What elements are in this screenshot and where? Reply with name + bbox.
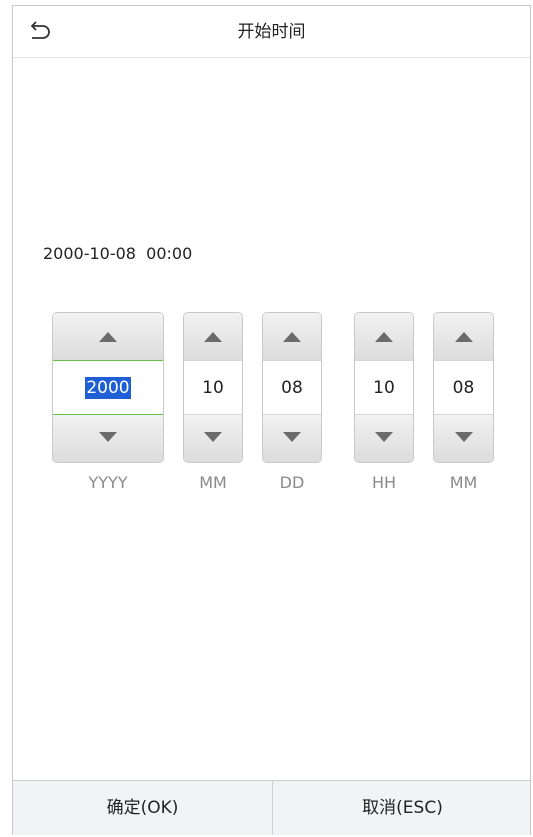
month-spinner: 10 [183, 312, 243, 463]
minute-spinner: 08 [433, 312, 494, 463]
footer-bar: 确定(OK) 取消(ESC) [13, 780, 530, 835]
month-unit-label: MM [199, 473, 227, 492]
cancel-button[interactable]: 取消(ESC) [273, 781, 532, 835]
year-down-button[interactable] [53, 415, 163, 462]
datetime-summary: 2000-10-08 00:00 [43, 244, 193, 263]
arrow-up-icon [99, 332, 117, 342]
header-bar: 开始时间 [13, 6, 530, 58]
dialog-frame: 开始时间 2000-10-08 00:00 2000 YYYY 10 MM 08… [12, 5, 531, 835]
month-value-field[interactable]: 10 [184, 360, 242, 415]
arrow-down-icon [283, 432, 301, 442]
day-down-button[interactable] [263, 415, 321, 462]
arrow-down-icon [204, 432, 222, 442]
year-value-field[interactable]: 2000 [53, 360, 163, 415]
page-title: 开始时间 [237, 22, 306, 42]
month-down-button[interactable] [184, 415, 242, 462]
day-spinner: 08 [262, 312, 322, 463]
hour-unit-label: HH [371, 473, 397, 492]
month-up-button[interactable] [184, 313, 242, 360]
arrow-down-icon [375, 432, 393, 442]
hour-down-button[interactable] [355, 415, 413, 462]
day-value-field[interactable]: 08 [263, 360, 321, 415]
day-unit-label: DD [279, 473, 305, 492]
minute-down-button[interactable] [434, 415, 493, 462]
arrow-down-icon [99, 432, 117, 442]
year-value: 2000 [85, 377, 131, 399]
year-up-button[interactable] [53, 313, 163, 360]
minute-unit-label: MM [449, 473, 478, 492]
arrow-down-icon [454, 432, 473, 442]
arrow-up-icon [454, 332, 473, 342]
hour-spinner: 10 [354, 312, 414, 463]
hour-value-field[interactable]: 10 [355, 360, 413, 415]
arrow-up-icon [283, 332, 301, 342]
minute-value-field[interactable]: 08 [434, 360, 493, 415]
year-unit-label: YYYY [88, 473, 128, 492]
year-spinner: 2000 [52, 312, 164, 463]
ok-button[interactable]: 确定(OK) [13, 781, 273, 835]
minute-up-button[interactable] [434, 313, 493, 360]
arrow-up-icon [204, 332, 222, 342]
hour-up-button[interactable] [355, 313, 413, 360]
arrow-up-icon [375, 332, 393, 342]
day-up-button[interactable] [263, 313, 321, 360]
